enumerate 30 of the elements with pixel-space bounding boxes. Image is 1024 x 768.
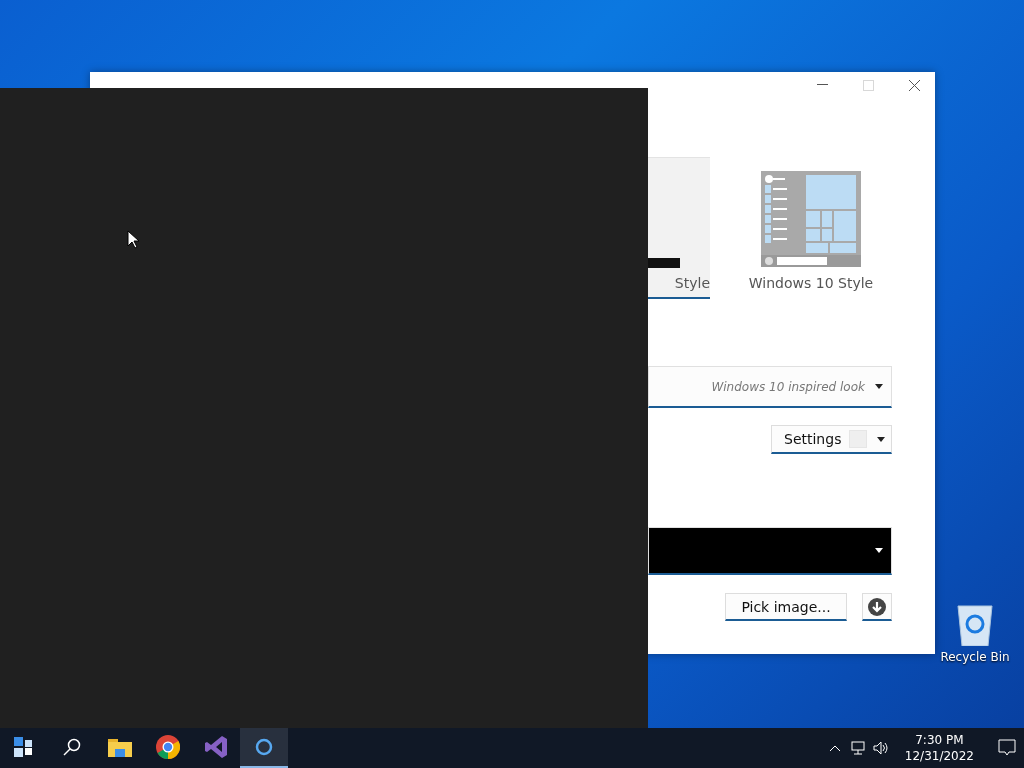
close-icon[interactable]	[908, 79, 920, 91]
clock[interactable]: 7:30 PM 12/31/2022	[904, 732, 974, 764]
color-dropdown[interactable]	[648, 527, 892, 575]
caret-icon	[877, 436, 885, 442]
caret-icon	[875, 548, 883, 553]
style-card[interactable]: Windows 10 Style	[710, 157, 912, 299]
download-icon	[868, 597, 886, 616]
caret-icon	[875, 384, 883, 389]
style-card[interactable]: Style	[648, 157, 710, 299]
windows-logo-icon[interactable]	[14, 737, 34, 757]
chevron-up-icon[interactable]	[828, 744, 841, 752]
recycle-bin-icon[interactable]	[955, 602, 995, 646]
network-icon[interactable]	[848, 741, 865, 755]
settings-button[interactable]: Settings	[771, 425, 892, 454]
speaker-icon[interactable]	[872, 741, 889, 755]
ring-icon[interactable]	[255, 738, 273, 756]
search-icon[interactable]	[63, 738, 81, 756]
studio-icon[interactable]	[204, 735, 228, 759]
notification-icon[interactable]	[998, 739, 1016, 757]
pick-image-button[interactable]: Pick image...	[725, 593, 847, 621]
browser-icon[interactable]	[156, 735, 180, 759]
desktop-icon-label: Recycle Bin	[940, 650, 1010, 664]
skin-dropdown[interactable]: Windows 10 inspired look	[648, 366, 892, 408]
download-button[interactable]	[862, 593, 892, 621]
style-label: Windows 10 Style	[748, 275, 874, 291]
folder-icon[interactable]	[108, 737, 132, 757]
cursor-icon	[127, 230, 139, 249]
style-label: Style	[674, 275, 710, 291]
minimize-icon[interactable]	[816, 84, 828, 86]
preview-bar	[648, 258, 680, 268]
